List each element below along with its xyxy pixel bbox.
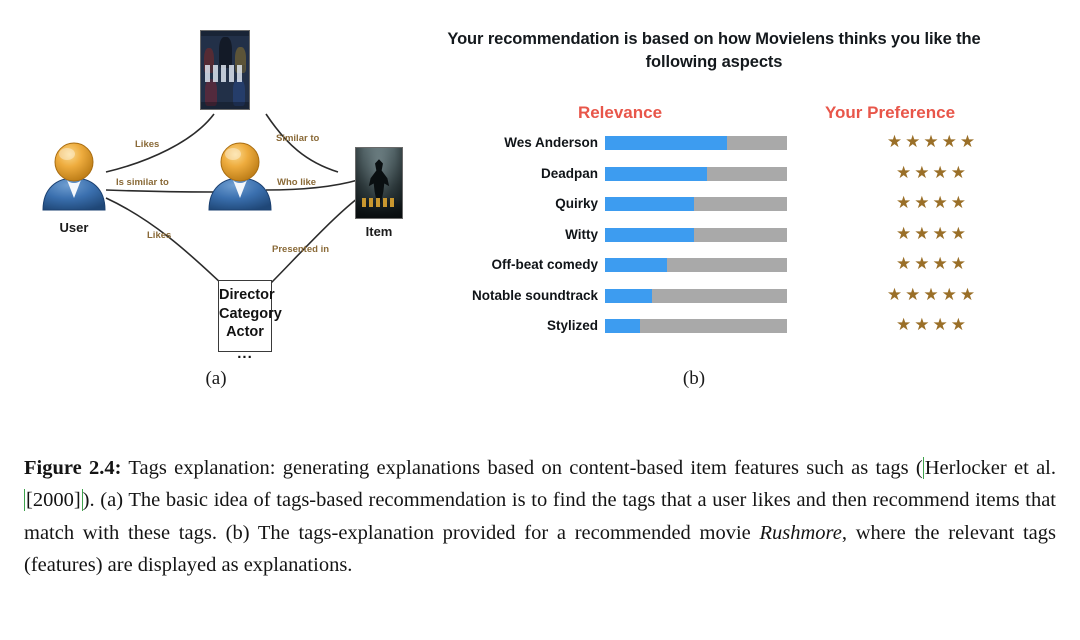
caption-text-1: Tags explanation: generating explanation… (121, 457, 923, 479)
node-user-middle (202, 140, 278, 216)
relevance-bar-track (605, 136, 787, 150)
column-header-your-preference: Your Preference (824, 103, 956, 122)
relevance-bar-fill (605, 227, 695, 242)
edge-label-similar-to: Similar to (276, 133, 320, 144)
relevance-bar-track (605, 319, 787, 333)
aspect-label: Quirky (555, 196, 598, 211)
poster-justice-league (200, 30, 250, 110)
caption-citation-author: Herlocker et al. (922, 457, 1056, 479)
edge-label-likes-bottom: Likes (147, 230, 172, 241)
edge-label-is-similar-to: Is similar to (116, 177, 169, 188)
relevance-bar-fill (605, 288, 653, 303)
aspect-label: Off-beat comedy (491, 257, 598, 272)
relevance-bar-fill (605, 136, 727, 150)
attribute-director: Director (219, 287, 275, 303)
aspect-row: Wes Anderson ★★★★★ (425, 132, 1025, 164)
node-user-left-label: User (59, 220, 89, 235)
aspect-row: Notable soundtrack ★★★★★ (425, 284, 1025, 317)
preference-stars: ★★★★★ (886, 132, 979, 152)
caption-citation-year: [2000] (24, 489, 83, 512)
figure-2-4: User Item Director Category Actor ... Li… (0, 0, 1080, 420)
aspect-label: Wes Anderson (504, 135, 598, 150)
panel-b-title: Your recommendation is based on how Movi… (447, 30, 981, 72)
aspect-label: Notable soundtrack (471, 287, 598, 303)
aspect-row: Deadpan ★★★★ (425, 162, 1025, 195)
aspect-label: Stylized (546, 318, 598, 333)
relevance-bar-fill (605, 166, 707, 181)
caption-figure-number: Figure 2.4: (24, 457, 122, 479)
node-item-label: Item (365, 224, 393, 239)
relevance-bar-fill (605, 319, 640, 333)
relevance-bar-track (605, 227, 787, 242)
aspect-row: Off-beat comedy ★★★★ (425, 254, 1025, 286)
attribute-actor: Actor (226, 324, 264, 341)
preference-stars: ★★★★ (896, 223, 969, 244)
relevance-bar-track (605, 166, 787, 181)
preference-stars: ★★★★ (896, 193, 969, 213)
relevance-bar-track (605, 258, 787, 272)
attribute-box: Director Category Actor ... (218, 280, 282, 362)
sub-label-b: (b) (682, 368, 706, 389)
aspect-label: Deadpan (540, 165, 598, 181)
figure-caption: Figure 2.4: Tags explanation: generating… (24, 452, 1056, 582)
node-user-left (36, 140, 112, 216)
edge-label-presented-in: Presented in (272, 244, 330, 255)
preference-stars: ★★★★★ (886, 284, 979, 305)
edge-label-likes-top: Likes (135, 139, 160, 150)
aspect-rows: Wes Anderson ★★★★★ Deadpan ★★★★ Quirky ★★★★ Wi… (425, 132, 1025, 347)
relevance-bar-fill (605, 258, 667, 272)
attribute-ellipsis: ... (237, 344, 253, 362)
relevance-bar-track (605, 288, 787, 303)
attribute-category: Category (219, 305, 282, 322)
aspect-row: Quirky ★★★★ (425, 193, 1025, 225)
relevance-bar-track (605, 197, 787, 211)
aspect-label: Witty (565, 226, 598, 242)
preference-stars: ★★★★ (896, 254, 969, 274)
caption-movie-title: Rushmore (759, 521, 842, 544)
preference-stars: ★★★★ (896, 315, 969, 335)
column-header-relevance: Relevance (577, 103, 663, 122)
panel-a-tags-graph-diagram: User Item Director Category Actor ... Li… (18, 22, 418, 362)
poster-black-panther (355, 147, 403, 219)
edge-label-who-like: Who like (277, 177, 317, 188)
preference-stars: ★★★★ (896, 162, 969, 183)
aspect-row: Witty ★★★★ (425, 223, 1025, 256)
sub-label-a: (a) (205, 368, 227, 389)
relevance-bar-fill (605, 197, 695, 211)
panel-b-tags-explanation: Your recommendation is based on how Movi… (425, 28, 1025, 363)
aspect-row: Stylized ★★★★ (425, 315, 1025, 347)
